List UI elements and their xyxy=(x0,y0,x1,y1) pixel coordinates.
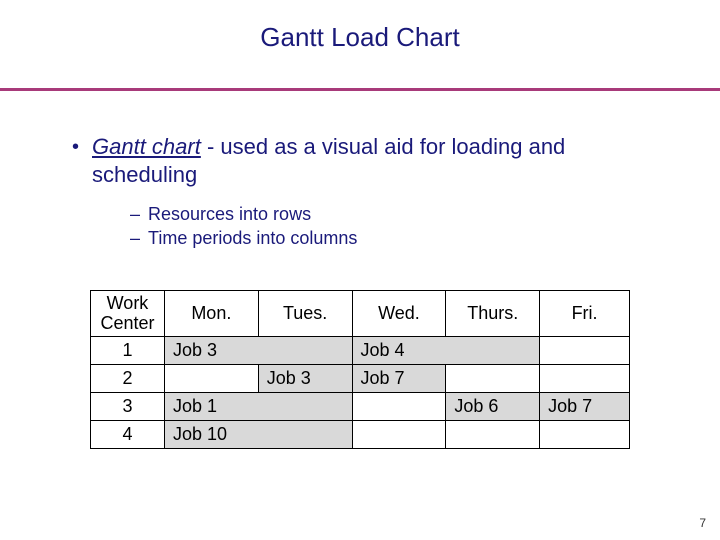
job-cell: Job 4 xyxy=(352,337,540,365)
header-wed: Wed. xyxy=(352,291,446,337)
dash-icon: – xyxy=(130,202,148,226)
gantt-table-wrap: WorkCenter Mon. Tues. Wed. Thurs. Fri. 1… xyxy=(90,290,630,449)
row-head: 3 xyxy=(91,393,165,421)
header-tues: Tues. xyxy=(258,291,352,337)
gantt-table: WorkCenter Mon. Tues. Wed. Thurs. Fri. 1… xyxy=(90,290,630,449)
empty-cell xyxy=(540,421,630,449)
empty-cell xyxy=(164,365,258,393)
sub-bullet-b-label: Time periods into columns xyxy=(148,228,357,248)
table-row: 3 Job 1 Job 6 Job 7 xyxy=(91,393,630,421)
page-number: 7 xyxy=(699,516,706,530)
row-head: 4 xyxy=(91,421,165,449)
bullet-main: • Gantt chart - used as a visual aid for… xyxy=(92,133,660,188)
header-thurs: Thurs. xyxy=(446,291,540,337)
sub-bullet-a-label: Resources into rows xyxy=(148,204,311,224)
table-header-row: WorkCenter Mon. Tues. Wed. Thurs. Fri. xyxy=(91,291,630,337)
table-row: 2 Job 3 Job 7 xyxy=(91,365,630,393)
job-cell: Job 3 xyxy=(164,337,352,365)
bullet-term: Gantt chart xyxy=(92,134,201,159)
empty-cell xyxy=(540,337,630,365)
slide: Gantt Load Chart • Gantt chart - used as… xyxy=(0,0,720,540)
sub-bullet-b: –Time periods into columns xyxy=(130,226,357,250)
header-mon: Mon. xyxy=(164,291,258,337)
header-work-center: WorkCenter xyxy=(91,291,165,337)
job-cell: Job 7 xyxy=(540,393,630,421)
bullet-dot-icon: • xyxy=(72,135,79,160)
empty-cell xyxy=(352,393,446,421)
empty-cell xyxy=(446,365,540,393)
empty-cell xyxy=(446,421,540,449)
header-fri: Fri. xyxy=(540,291,630,337)
job-cell: Job 1 xyxy=(164,393,352,421)
empty-cell xyxy=(352,421,446,449)
horizontal-rule xyxy=(0,88,720,91)
sub-bullet-a: –Resources into rows xyxy=(130,202,357,226)
dash-icon: – xyxy=(130,226,148,250)
page-title: Gantt Load Chart xyxy=(0,22,720,53)
row-head: 1 xyxy=(91,337,165,365)
job-cell: Job 3 xyxy=(258,365,352,393)
job-cell: Job 7 xyxy=(352,365,446,393)
row-head: 2 xyxy=(91,365,165,393)
job-cell: Job 6 xyxy=(446,393,540,421)
sub-bullets: –Resources into rows –Time periods into … xyxy=(130,202,357,251)
empty-cell xyxy=(540,365,630,393)
table-row: 1 Job 3 Job 4 xyxy=(91,337,630,365)
table-row: 4 Job 10 xyxy=(91,421,630,449)
job-cell: Job 10 xyxy=(164,421,352,449)
